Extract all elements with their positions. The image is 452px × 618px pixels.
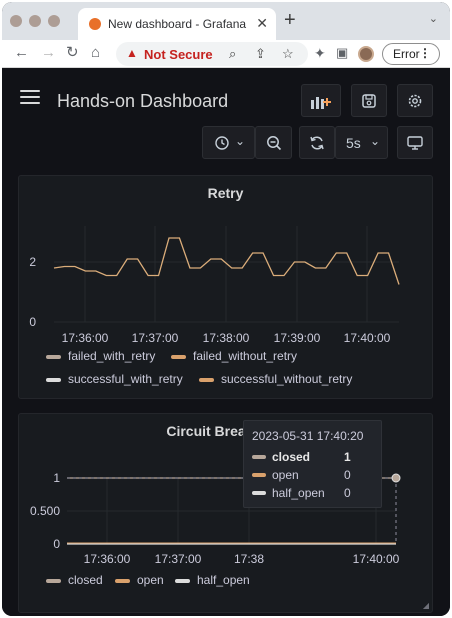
zoom-out-time-button[interactable] <box>255 126 292 159</box>
grafana-page: Hands-on Dashboard ⌄ 5s ⌄ Retry 0 2 17:3… <box>2 68 450 616</box>
save-icon <box>362 93 376 108</box>
save-dashboard-button[interactable] <box>351 84 387 117</box>
reload-icon[interactable]: ↻ <box>66 44 79 62</box>
zoom-out-icon <box>266 135 281 150</box>
tooltip-series-value: 0 <box>344 468 351 482</box>
retry-legend: failed_with_retry failed_without_retry s… <box>19 176 434 400</box>
browser-window: New dashboard - Grafana ✕ + ⌄ ← → ↻ ⌂ ▲ … <box>2 2 450 616</box>
chevron-down-icon: ⌄ <box>370 134 381 148</box>
dashboard-title[interactable]: Hands-on Dashboard <box>57 91 228 112</box>
tab-title: New dashboard - Grafana <box>108 17 247 31</box>
side-panel-icon[interactable]: ▣ <box>336 44 348 62</box>
chevron-down-icon: ⌄ <box>235 134 246 148</box>
forward-icon[interactable]: → <box>41 44 56 62</box>
legend-label: closed <box>68 573 103 587</box>
tooltip-swatch <box>252 491 266 495</box>
time-picker-button[interactable]: ⌄ <box>202 126 255 159</box>
share-icon[interactable]: ⇪ <box>255 46 266 62</box>
refresh-icon <box>310 135 324 150</box>
legend-label: half_open <box>197 573 250 587</box>
gear-icon <box>408 94 422 107</box>
back-icon[interactable]: ← <box>14 44 29 62</box>
add-panel-button[interactable] <box>301 84 341 117</box>
tab-search-icon[interactable]: ⌄ <box>429 12 438 25</box>
clock-icon <box>215 136 229 150</box>
legend-swatch <box>171 355 186 359</box>
legend-label: failed_without_retry <box>193 349 298 363</box>
zoom-icon[interactable]: ⌕ <box>229 46 236 62</box>
tv-mode-button[interactable] <box>397 126 433 159</box>
not-secure-label[interactable]: Not Secure <box>144 47 213 62</box>
chart-tooltip: 2023-05-31 17:40:20 closed 1 open 0 half… <box>243 420 382 508</box>
legend-label: successful_with_retry <box>68 372 183 386</box>
menu-icon[interactable] <box>20 90 40 104</box>
tooltip-series-name: closed <box>272 450 311 464</box>
browser-toolbar: ← → ↻ ⌂ ▲ Not Secure ⌕ ⇪ ☆ ✦ ▣ Error ⋮ <box>2 40 450 68</box>
tab-bar: New dashboard - Grafana ✕ + ⌄ <box>2 2 450 40</box>
refresh-button[interactable] <box>299 126 335 159</box>
address-bar[interactable]: ▲ Not Secure ⌕ ⇪ ☆ <box>116 42 308 66</box>
legend-label: successful_without_retry <box>221 372 353 386</box>
tooltip-series-value: 1 <box>344 450 351 464</box>
legend-label: open <box>137 573 164 587</box>
tooltip-series-name: half_open <box>272 486 325 500</box>
profile-error-button[interactable]: Error ⋮ <box>382 43 440 65</box>
browser-menu-icon[interactable]: ⋮ <box>419 46 431 60</box>
monitor-icon <box>407 135 423 150</box>
profile-avatar[interactable] <box>358 46 374 62</box>
refresh-interval-picker[interactable]: 5s ⌄ <box>335 126 388 159</box>
tooltip-time: 2023-05-31 17:40:20 <box>252 429 364 443</box>
tooltip-swatch <box>252 455 266 459</box>
bookmark-star-icon[interactable]: ☆ <box>282 46 294 62</box>
legend-swatch <box>46 378 61 382</box>
home-icon[interactable]: ⌂ <box>91 44 100 62</box>
zoom-window-button[interactable] <box>48 15 60 27</box>
warning-icon: ▲ <box>126 46 138 60</box>
tooltip-row: open 0 <box>252 467 378 483</box>
legend-swatch <box>199 378 214 382</box>
legend-swatch <box>46 355 61 359</box>
grafana-favicon-icon <box>89 18 101 30</box>
minimize-window-button[interactable] <box>29 15 41 27</box>
close-tab-icon[interactable]: ✕ <box>256 15 268 32</box>
tooltip-series-value: 0 <box>344 486 351 500</box>
retry-panel[interactable]: Retry 0 2 17:36:00 17:37:00 17:38:00 17:39:00… <box>18 175 433 399</box>
tooltip-series-name: open <box>272 468 299 482</box>
legend-swatch <box>115 579 130 583</box>
active-tab[interactable]: New dashboard - Grafana ✕ <box>78 8 276 40</box>
tooltip-swatch <box>252 473 266 477</box>
legend-label: failed_with_retry <box>68 349 156 363</box>
tooltip-row: closed 1 <box>252 449 378 465</box>
extensions-icon[interactable]: ✦ <box>314 44 326 62</box>
new-tab-button[interactable]: + <box>284 10 296 30</box>
profile-error-label: Error <box>393 47 420 61</box>
legend-swatch <box>46 579 61 583</box>
tooltip-row: half_open 0 <box>252 485 378 501</box>
refresh-interval-value: 5s <box>346 135 361 151</box>
legend-swatch <box>175 579 190 583</box>
resize-handle-icon[interactable]: ◢ <box>423 601 429 610</box>
close-window-button[interactable] <box>10 15 22 27</box>
add-panel-icon <box>311 96 331 109</box>
dashboard-settings-button[interactable] <box>397 84 433 117</box>
